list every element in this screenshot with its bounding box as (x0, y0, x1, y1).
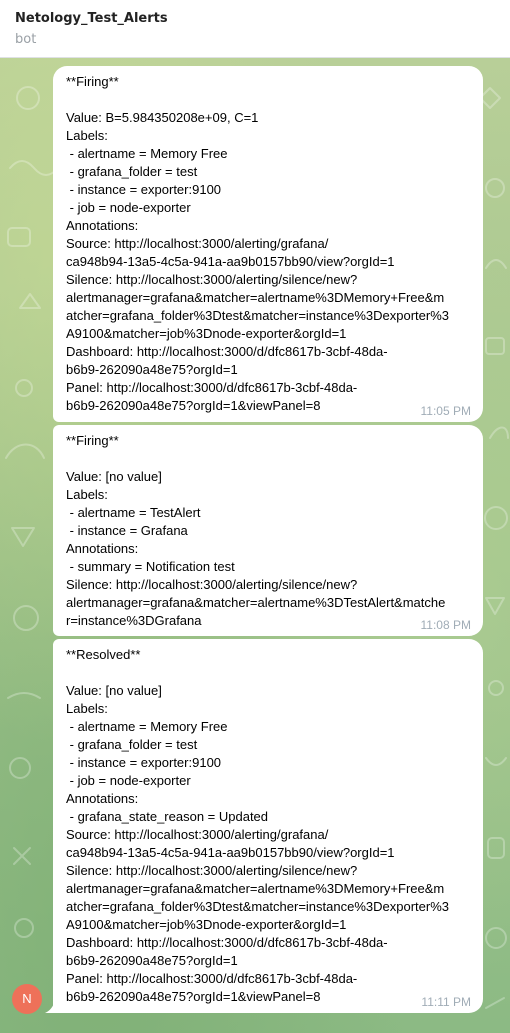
message-time: 11:08 PM (420, 618, 471, 632)
message-text[interactable]: **Resolved** Value: [no value] Labels: -… (66, 646, 470, 1006)
message-bubble-2[interactable]: **Firing** Value: [no value] Labels: - a… (53, 425, 483, 636)
message-bubble-3[interactable]: **Resolved** Value: [no value] Labels: -… (53, 639, 483, 1013)
chat-subtitle: bot (15, 32, 37, 47)
message-bubble-1[interactable]: **Firing** Value: B=5.984350208e+09, C=1… (53, 66, 483, 422)
chat-title[interactable]: Netology_Test_Alerts (15, 11, 168, 26)
bubble-tail (45, 1001, 55, 1013)
avatar[interactable]: N (12, 984, 42, 1014)
message-time: 11:11 PM (421, 995, 471, 1009)
chat-area[interactable]: **Firing** Value: B=5.984350208e+09, C=1… (0, 58, 510, 1033)
chat-header[interactable]: Netology_Test_Alerts bot (0, 0, 510, 58)
message-text[interactable]: **Firing** Value: [no value] Labels: - a… (66, 432, 470, 630)
message-text[interactable]: **Firing** Value: B=5.984350208e+09, C=1… (66, 73, 470, 415)
message-time: 11:05 PM (420, 404, 471, 418)
